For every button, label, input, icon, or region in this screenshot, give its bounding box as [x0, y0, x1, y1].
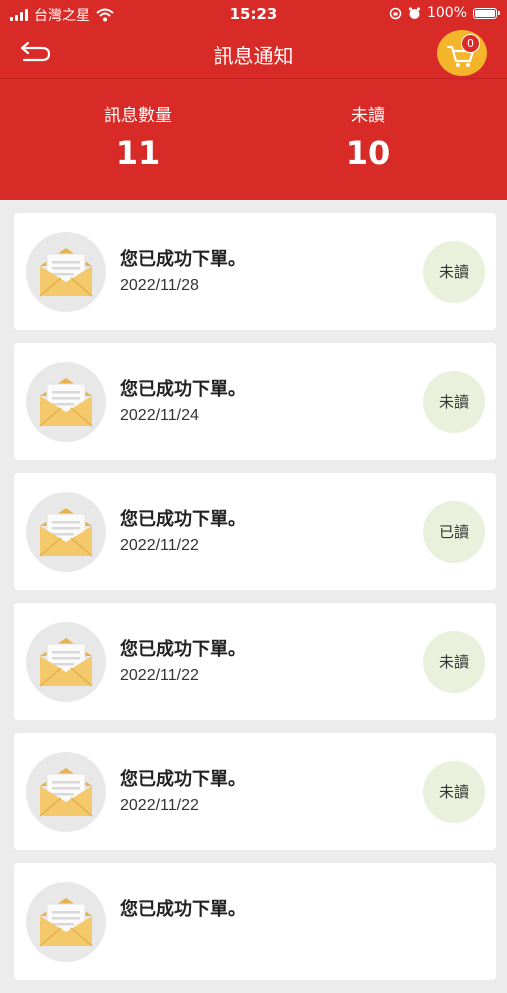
envelope-icon-circle [26, 882, 106, 962]
orientation-lock-icon [389, 7, 402, 19]
read-status-badge: 未讀 [423, 371, 485, 433]
envelope-icon-circle [26, 362, 106, 442]
message-summary: 訊息數量 11 未讀 10 [0, 78, 507, 200]
unread-count-block: 未讀 10 [288, 101, 448, 172]
message-date: 2022/11/24 [120, 407, 199, 424]
envelope-icon [39, 508, 93, 557]
message-card[interactable]: 您已成功下單。 2022/11/24 未讀 [14, 343, 496, 460]
message-card[interactable]: 您已成功下單。 [14, 863, 496, 980]
envelope-icon-circle [26, 492, 106, 572]
message-date: 2022/11/28 [120, 277, 199, 294]
message-title: 您已成功下單。 [120, 379, 246, 399]
unread-count-label: 未讀 [351, 106, 385, 126]
total-count-label: 訊息數量 [104, 106, 172, 126]
message-title: 您已成功下單。 [120, 639, 246, 659]
envelope-icon [39, 898, 93, 947]
envelope-icon [39, 768, 93, 817]
read-status-badge: 已讀 [423, 501, 485, 563]
status-bar: 台灣之星 15:23 100% [0, 0, 507, 28]
message-title: 您已成功下單。 [120, 249, 246, 269]
envelope-icon [39, 248, 93, 297]
total-count-value: 11 [115, 134, 161, 172]
read-status-badge: 未讀 [423, 761, 485, 823]
cart-button[interactable]: 0 [437, 30, 487, 76]
total-count-block: 訊息數量 11 [58, 101, 218, 172]
envelope-icon [39, 378, 93, 427]
message-card[interactable]: 您已成功下單。 2022/11/22 未讀 [14, 603, 496, 720]
message-date: 2022/11/22 [120, 797, 199, 814]
message-title: 您已成功下單。 [120, 509, 246, 529]
nav-bar: 訊息通知 0 [0, 28, 507, 78]
page-title: 訊息通知 [213, 44, 294, 68]
envelope-icon-circle [26, 622, 106, 702]
read-status-badge: 未讀 [423, 241, 485, 303]
read-status-badge: 未讀 [423, 631, 485, 693]
envelope-icon-circle [26, 232, 106, 312]
status-right: 100% [389, 5, 500, 21]
envelope-icon-circle [26, 752, 106, 832]
alarm-icon [408, 6, 421, 19]
unread-count-value: 10 [345, 134, 391, 172]
message-card[interactable]: 您已成功下單。 2022/11/28 未讀 [14, 213, 496, 330]
envelope-icon [39, 638, 93, 687]
cart-count-badge: 0 [461, 34, 480, 53]
message-list: 您已成功下單。 2022/11/28 未讀 您已成功下單。 2022/11/24… [14, 213, 496, 993]
message-title: 您已成功下單。 [120, 899, 246, 919]
message-card[interactable]: 您已成功下單。 2022/11/22 已讀 [14, 473, 496, 590]
message-date: 2022/11/22 [120, 537, 199, 554]
battery-percent: 100% [426, 5, 467, 21]
battery-icon [473, 7, 500, 19]
message-card[interactable]: 您已成功下單。 2022/11/22 未讀 [14, 733, 496, 850]
message-date: 2022/11/22 [120, 667, 199, 684]
message-title: 您已成功下單。 [120, 769, 246, 789]
